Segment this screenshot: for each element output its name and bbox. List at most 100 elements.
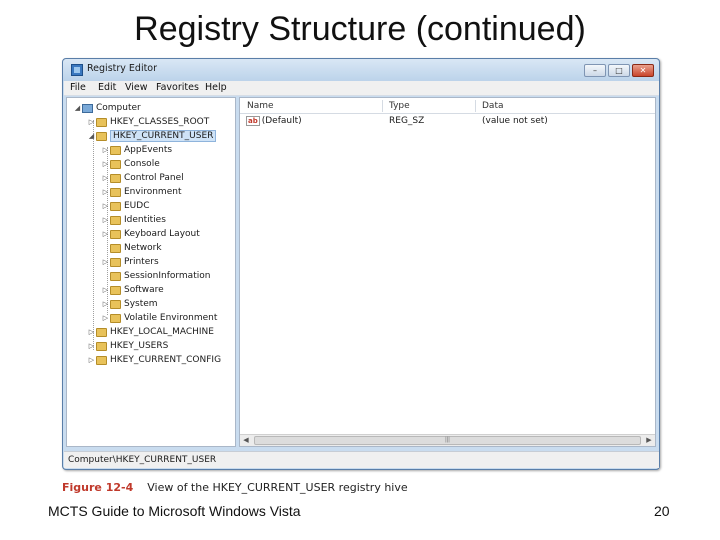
folder-icon xyxy=(96,327,107,337)
expand-arrow-icon[interactable]: ▷ xyxy=(101,258,110,266)
tree-connector-line xyxy=(93,120,94,350)
folder-icon xyxy=(110,159,121,169)
close-button[interactable]: ✕ xyxy=(632,64,654,77)
expand-arrow-icon[interactable]: ▷ xyxy=(101,230,110,238)
menu-help[interactable]: Help xyxy=(205,82,227,93)
folder-icon xyxy=(96,341,107,351)
figure-label: Figure 12-4 xyxy=(62,481,134,494)
scrollbar-thumb[interactable]: ||| xyxy=(254,436,641,445)
tree-node-system[interactable]: ▷ System xyxy=(101,297,158,311)
registry-editor-window: Registry Editor – □ ✕ File Edit View Fav… xyxy=(62,58,660,470)
menu-file[interactable]: File xyxy=(70,82,86,93)
computer-icon xyxy=(82,103,93,113)
tree-node-console[interactable]: ▷ Console xyxy=(101,157,160,171)
menu-favorites[interactable]: Favorites xyxy=(156,82,199,93)
folder-icon xyxy=(110,243,121,253)
folder-icon xyxy=(110,285,121,295)
expand-arrow-icon[interactable]: ▷ xyxy=(101,216,110,224)
tree-node-appevents[interactable]: ▷ AppEvents xyxy=(101,143,172,157)
window-title: Registry Editor xyxy=(87,63,158,74)
figure-caption: Figure 12-4 View of the HKEY_CURRENT_USER… xyxy=(62,481,408,494)
tree-node-label: Console xyxy=(124,159,160,169)
tree-node-label: Computer xyxy=(96,103,141,113)
column-header-name[interactable]: Name xyxy=(247,98,274,114)
expand-arrow-icon[interactable]: ▷ xyxy=(101,160,110,168)
slide-title: Registry Structure (continued) xyxy=(134,10,586,48)
tree-node-label: Network xyxy=(124,243,162,253)
expand-arrow-icon[interactable]: ▷ xyxy=(101,188,110,196)
tree-node-label: HKEY_CURRENT_CONFIG xyxy=(110,355,222,365)
tree-node-label: HKEY_USERS xyxy=(110,341,169,351)
folder-icon xyxy=(110,201,121,211)
folder-icon xyxy=(110,215,121,225)
value-data-cell: (value not set) xyxy=(482,116,548,126)
folder-icon xyxy=(96,117,107,127)
status-bar: Computer\HKEY_CURRENT_USER xyxy=(64,451,659,468)
tree-node-label: SessionInformation xyxy=(124,271,211,281)
tree-node-label: Volatile Environment xyxy=(124,313,218,323)
folder-icon xyxy=(110,257,121,267)
column-header-data[interactable]: Data xyxy=(482,98,504,114)
horizontal-scrollbar[interactable]: ◀ ||| ▶ xyxy=(240,434,655,446)
tree-node-hkcr[interactable]: ▷ HKEY_CLASSES_ROOT xyxy=(87,115,209,129)
figure-caption-text: View of the HKEY_CURRENT_USER registry h… xyxy=(147,481,408,494)
string-value-icon: ab xyxy=(246,116,260,126)
expand-arrow-icon[interactable]: ▷ xyxy=(101,300,110,308)
expand-arrow-icon[interactable]: ▷ xyxy=(101,202,110,210)
maximize-button[interactable]: □ xyxy=(608,64,630,77)
tree-node-control-panel[interactable]: ▷ Control Panel xyxy=(101,171,184,185)
tree-node-computer[interactable]: ◢ Computer xyxy=(73,101,141,115)
expand-arrow-icon[interactable]: ▷ xyxy=(87,118,96,126)
expand-arrow-icon[interactable]: ▷ xyxy=(87,356,96,364)
expand-arrow-icon[interactable]: ▷ xyxy=(87,342,96,350)
menu-bar: File Edit View Favorites Help xyxy=(64,81,659,96)
tree-node-hku[interactable]: ▷ HKEY_USERS xyxy=(87,339,169,353)
expand-arrow-icon[interactable]: ▷ xyxy=(101,314,110,322)
minimize-button[interactable]: – xyxy=(584,64,606,77)
scroll-left-arrow-icon[interactable]: ◀ xyxy=(240,435,252,446)
tree-pane[interactable]: ◢ Computer ▷ HKEY_CLASSES_ROOT ◢ HKEY_CU… xyxy=(66,97,236,447)
scroll-right-arrow-icon[interactable]: ▶ xyxy=(643,435,655,446)
tree-node-label: Keyboard Layout xyxy=(124,229,200,239)
tree-node-hklm[interactable]: ▷ HKEY_LOCAL_MACHINE xyxy=(87,325,214,339)
tree-node-printers[interactable]: ▷ Printers xyxy=(101,255,159,269)
tree-node-label: Printers xyxy=(124,257,159,267)
tree-node-label-selected: HKEY_CURRENT_USER xyxy=(110,130,217,142)
tree-node-label: AppEvents xyxy=(124,145,173,155)
tree-node-identities[interactable]: ▷ Identities xyxy=(101,213,166,227)
collapse-arrow-icon[interactable]: ◢ xyxy=(73,104,82,112)
expand-arrow-icon[interactable]: ▷ xyxy=(87,328,96,336)
values-pane[interactable]: Name Type Data ab (Default) REG_SZ (value… xyxy=(239,97,656,447)
column-header-type[interactable]: Type xyxy=(389,98,410,114)
tree-node-software[interactable]: ▷ Software xyxy=(101,283,164,297)
column-resize-handle[interactable] xyxy=(382,100,383,112)
value-type-cell: REG_SZ xyxy=(389,116,425,126)
tree-node-label: EUDC xyxy=(124,201,150,211)
menu-edit[interactable]: Edit xyxy=(98,82,116,93)
column-resize-handle[interactable] xyxy=(475,100,476,112)
tree-node-sessioninformation[interactable]: SessionInformation xyxy=(101,269,210,283)
menu-view[interactable]: View xyxy=(125,82,148,93)
value-name: (Default) xyxy=(261,116,302,126)
expand-arrow-icon[interactable]: ▷ xyxy=(101,286,110,294)
folder-open-icon xyxy=(96,131,107,141)
tree-node-hkcc[interactable]: ▷ HKEY_CURRENT_CONFIG xyxy=(87,353,221,367)
expand-arrow-icon[interactable]: ▷ xyxy=(101,146,110,154)
tree-node-eudc[interactable]: ▷ EUDC xyxy=(101,199,150,213)
folder-icon xyxy=(110,173,121,183)
value-name-cell: ab (Default) xyxy=(246,116,302,126)
tree-node-environment[interactable]: ▷ Environment xyxy=(101,185,182,199)
tree-node-label: HKEY_CLASSES_ROOT xyxy=(110,117,210,127)
folder-icon xyxy=(110,229,121,239)
footer-course-title: MCTS Guide to Microsoft Windows Vista xyxy=(48,503,301,519)
folder-icon xyxy=(110,271,121,281)
tree-node-keyboard-layout[interactable]: ▷ Keyboard Layout xyxy=(101,227,200,241)
tree-node-hkcu[interactable]: ◢ HKEY_CURRENT_USER xyxy=(87,129,217,143)
title-bar[interactable]: Registry Editor – □ ✕ xyxy=(63,59,659,81)
page-number: 20 xyxy=(654,503,670,519)
collapse-arrow-icon[interactable]: ◢ xyxy=(87,132,96,140)
tree-node-volatile-environment[interactable]: ▷ Volatile Environment xyxy=(101,311,218,325)
expand-arrow-icon[interactable]: ▷ xyxy=(101,174,110,182)
folder-icon xyxy=(110,313,121,323)
tree-node-network[interactable]: Network xyxy=(101,241,162,255)
